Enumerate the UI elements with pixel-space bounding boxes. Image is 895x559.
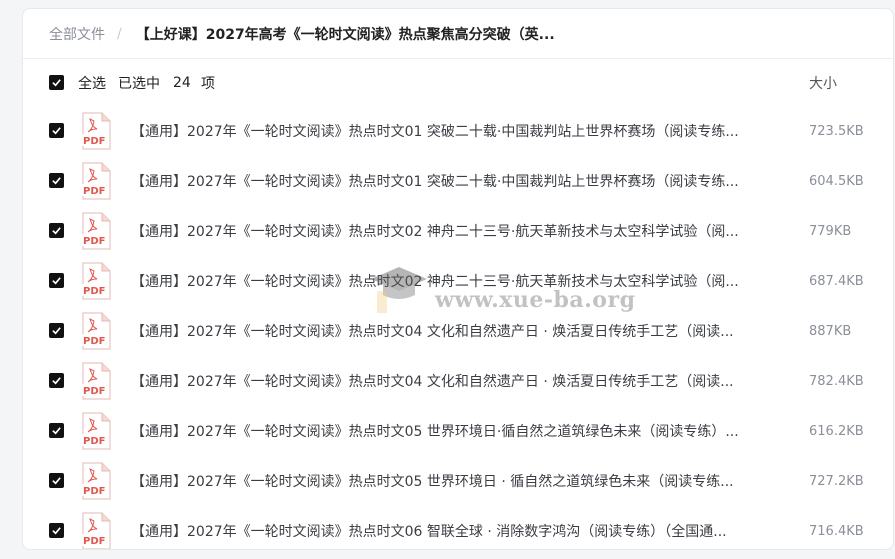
size-column-header[interactable]: 大小 bbox=[809, 73, 837, 93]
breadcrumb-separator: / bbox=[117, 25, 122, 42]
file-name[interactable]: 【通用】2027年《一轮时文阅读》热点时文04 文化和自然遗产日 · 焕活夏日传… bbox=[131, 321, 771, 341]
breadcrumb: 全部文件 / 【上好课】2027年高考《一轮时文阅读》热点聚焦高分突破（英... bbox=[23, 9, 893, 59]
pdf-icon: PDF bbox=[80, 412, 112, 450]
checkmark-icon bbox=[52, 327, 61, 335]
breadcrumb-root-link[interactable]: 全部文件 bbox=[49, 24, 105, 44]
file-checkbox[interactable] bbox=[49, 523, 64, 538]
svg-text:PDF: PDF bbox=[83, 336, 105, 347]
file-checkbox[interactable] bbox=[49, 323, 64, 338]
file-checkbox[interactable] bbox=[49, 123, 64, 138]
file-row[interactable]: PDF 【通用】2027年《一轮时文阅读》热点时文05 世界环境日·循自然之道筑绿… bbox=[23, 406, 893, 456]
file-checkbox[interactable] bbox=[49, 173, 64, 188]
checkmark-icon bbox=[52, 177, 61, 185]
pdf-icon: PDF bbox=[80, 462, 112, 500]
file-list-header: 全选 已选中 24 项 大小 bbox=[23, 59, 893, 106]
selected-prefix: 已选中 bbox=[118, 75, 160, 92]
select-all-checkbox[interactable] bbox=[49, 75, 64, 90]
svg-text:PDF: PDF bbox=[83, 386, 105, 397]
file-row[interactable]: PDF 【通用】2027年《一轮时文阅读》热点时文02 神舟二十三号·航天革新技术… bbox=[23, 206, 893, 256]
file-name[interactable]: 【通用】2027年《一轮时文阅读》热点时文01 突破二十载·中国裁判站上世界杯赛… bbox=[131, 171, 771, 191]
file-row[interactable]: PDF 【通用】2027年《一轮时文阅读》热点时文06 智联全球 · 消除数字鸿沟… bbox=[23, 506, 893, 549]
file-size: 604.5KB bbox=[809, 173, 864, 189]
file-size: 716.4KB bbox=[809, 523, 864, 539]
checkmark-icon bbox=[52, 127, 61, 135]
pdf-icon: PDF bbox=[80, 162, 112, 200]
svg-text:PDF: PDF bbox=[83, 236, 105, 247]
svg-text:PDF: PDF bbox=[83, 186, 105, 197]
file-checkbox[interactable] bbox=[49, 223, 64, 238]
checkmark-icon bbox=[52, 79, 61, 87]
file-size: 887KB bbox=[809, 323, 852, 339]
select-all-label[interactable]: 全选 bbox=[78, 73, 106, 93]
pdf-icon: PDF bbox=[80, 312, 112, 350]
file-checkbox[interactable] bbox=[49, 473, 64, 488]
pdf-icon: PDF bbox=[80, 262, 112, 300]
file-row[interactable]: PDF 【通用】2027年《一轮时文阅读》热点时文04 文化和自然遗产日 · 焕活… bbox=[23, 356, 893, 406]
pdf-icon: PDF bbox=[80, 212, 112, 250]
file-browser-panel: 全部文件 / 【上好课】2027年高考《一轮时文阅读》热点聚焦高分突破（英...… bbox=[22, 8, 894, 550]
checkmark-icon bbox=[52, 427, 61, 435]
svg-text:PDF: PDF bbox=[83, 136, 105, 147]
checkmark-icon bbox=[52, 527, 61, 535]
pdf-icon: PDF bbox=[80, 362, 112, 400]
file-row[interactable]: PDF 【通用】2027年《一轮时文阅读》热点时文02 神舟二十三号·航天革新技术… bbox=[23, 256, 893, 306]
file-name[interactable]: 【通用】2027年《一轮时文阅读》热点时文01 突破二十载·中国裁判站上世界杯赛… bbox=[131, 121, 771, 141]
pdf-icon: PDF bbox=[80, 112, 112, 150]
pdf-icon: PDF bbox=[80, 512, 112, 549]
svg-text:PDF: PDF bbox=[83, 436, 105, 447]
file-name[interactable]: 【通用】2027年《一轮时文阅读》热点时文02 神舟二十三号·航天革新技术与太空… bbox=[131, 271, 771, 291]
svg-text:PDF: PDF bbox=[83, 286, 105, 297]
checkmark-icon bbox=[52, 477, 61, 485]
file-size: 779KB bbox=[809, 223, 852, 239]
svg-text:PDF: PDF bbox=[83, 536, 105, 547]
file-name[interactable]: 【通用】2027年《一轮时文阅读》热点时文06 智联全球 · 消除数字鸿沟（阅读… bbox=[131, 521, 771, 541]
file-name[interactable]: 【通用】2027年《一轮时文阅读》热点时文02 神舟二十三号·航天革新技术与太空… bbox=[131, 221, 771, 241]
file-checkbox[interactable] bbox=[49, 373, 64, 388]
file-size: 727.2KB bbox=[809, 473, 864, 489]
file-name[interactable]: 【通用】2027年《一轮时文阅读》热点时文05 世界环境日·循自然之道筑绿色未来… bbox=[131, 421, 771, 441]
selected-count: 24 bbox=[173, 74, 191, 91]
checkmark-icon bbox=[52, 227, 61, 235]
file-checkbox[interactable] bbox=[49, 423, 64, 438]
file-size: 782.4KB bbox=[809, 373, 864, 389]
file-row[interactable]: PDF 【通用】2027年《一轮时文阅读》热点时文01 突破二十载·中国裁判站上世… bbox=[23, 156, 893, 206]
file-list: 全选 已选中 24 项 大小 PDF 【通用】2027年《一轮时文阅读》热点时文0… bbox=[23, 59, 893, 549]
file-size: 723.5KB bbox=[809, 123, 864, 139]
file-name[interactable]: 【通用】2027年《一轮时文阅读》热点时文04 文化和自然遗产日 · 焕活夏日传… bbox=[131, 371, 771, 391]
checkmark-icon bbox=[52, 277, 61, 285]
file-size: 687.4KB bbox=[809, 273, 864, 289]
svg-text:PDF: PDF bbox=[83, 486, 105, 497]
file-row[interactable]: PDF 【通用】2027年《一轮时文阅读》热点时文05 世界环境日 · 循自然之道… bbox=[23, 456, 893, 506]
selected-unit: 项 bbox=[201, 75, 215, 92]
file-row[interactable]: PDF 【通用】2027年《一轮时文阅读》热点时文04 文化和自然遗产日 · 焕活… bbox=[23, 306, 893, 356]
file-size: 616.2KB bbox=[809, 423, 864, 439]
file-checkbox[interactable] bbox=[49, 273, 64, 288]
checkmark-icon bbox=[52, 377, 61, 385]
file-row[interactable]: PDF 【通用】2027年《一轮时文阅读》热点时文01 突破二十载·中国裁判站上世… bbox=[23, 106, 893, 156]
breadcrumb-current-folder: 【上好课】2027年高考《一轮时文阅读》热点聚焦高分突破（英... bbox=[135, 26, 555, 43]
file-name[interactable]: 【通用】2027年《一轮时文阅读》热点时文05 世界环境日 · 循自然之道筑绿色… bbox=[131, 471, 771, 491]
